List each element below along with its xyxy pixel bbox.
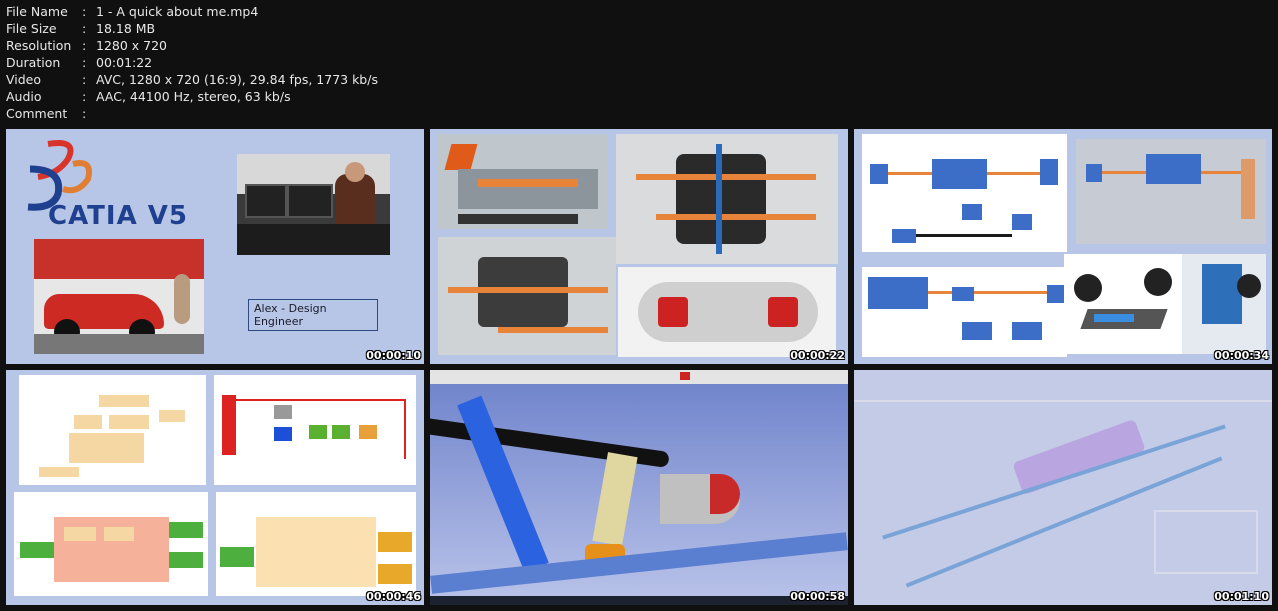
file-info: File Name : 1 - A quick about me.mp4 Fil…: [6, 3, 378, 122]
formula-car-photo: [34, 239, 204, 354]
timestamp-3: 00:00:34: [1214, 349, 1269, 362]
thumbnail-1[interactable]: CATIA V5 Alex - Design Engineer 00:00:10: [6, 129, 424, 364]
thumbnail-2[interactable]: 00:00:22: [430, 129, 848, 364]
duration-value: 00:01:22: [96, 55, 153, 70]
cad-harness-view: [854, 370, 1272, 605]
resolution-value: 1280 x 720: [96, 38, 168, 53]
timestamp-2: 00:00:22: [790, 349, 845, 362]
file-size-value: 18.18 MB: [96, 21, 156, 36]
timestamp-5: 00:00:58: [790, 590, 845, 603]
timestamp-1: 00:00:10: [366, 349, 421, 362]
engineer-photo: [237, 154, 390, 255]
cad-viewport: [430, 384, 848, 596]
bms-schematic: [214, 375, 416, 485]
chassis-photo: [618, 267, 836, 357]
video-value: AVC, 1280 x 720 (16:9), 29.84 fps, 1773 …: [96, 72, 378, 87]
motor-photo: [616, 134, 838, 264]
timestamp-4: 00:00:46: [366, 590, 421, 603]
hv-harness-diagram: [862, 134, 1067, 252]
bms-block-diagram: [19, 375, 206, 485]
audio-value: AAC, 44100 Hz, stereo, 63 kb/s: [96, 89, 291, 104]
info-row-duration: Duration : 00:01:22: [6, 55, 153, 70]
info-row-video: Video : AVC, 1280 x 720 (16:9), 29.84 fp…: [6, 72, 378, 87]
power-electronics-photo: [438, 237, 616, 355]
taskbar: [430, 596, 848, 605]
ev-skateboard-render: [1064, 254, 1182, 354]
dc-powertrain-diagram: [862, 267, 1067, 357]
bms-module-slide: [14, 492, 208, 596]
thumbnail-5[interactable]: 00:00:58: [430, 370, 848, 605]
battery-pack-photo: [438, 134, 608, 229]
info-row-file-size: File Size : 18.18 MB: [6, 21, 156, 36]
info-row-comment: Comment :: [6, 106, 87, 121]
name-caption: Alex - Design Engineer: [248, 299, 378, 331]
vehicle-harness-diagram: [1076, 139, 1266, 244]
battery-render: [1182, 254, 1266, 354]
thumbnail-6[interactable]: 00:01:10: [854, 370, 1272, 605]
catia-toolbar: [430, 370, 848, 384]
catia-logo-text: CATIA V5: [48, 201, 188, 231]
thumbnail-4[interactable]: 00:00:46: [6, 370, 424, 605]
becm-module-slide: [216, 492, 416, 596]
info-row-file-name: File Name : 1 - A quick about me.mp4: [6, 4, 259, 19]
thumbnail-3[interactable]: 00:00:34: [854, 129, 1272, 364]
info-row-resolution: Resolution : 1280 x 720: [6, 38, 168, 53]
info-row-audio: Audio : AAC, 44100 Hz, stereo, 63 kb/s: [6, 89, 291, 104]
timestamp-6: 00:01:10: [1214, 590, 1269, 603]
file-name-value: 1 - A quick about me.mp4: [96, 4, 259, 19]
